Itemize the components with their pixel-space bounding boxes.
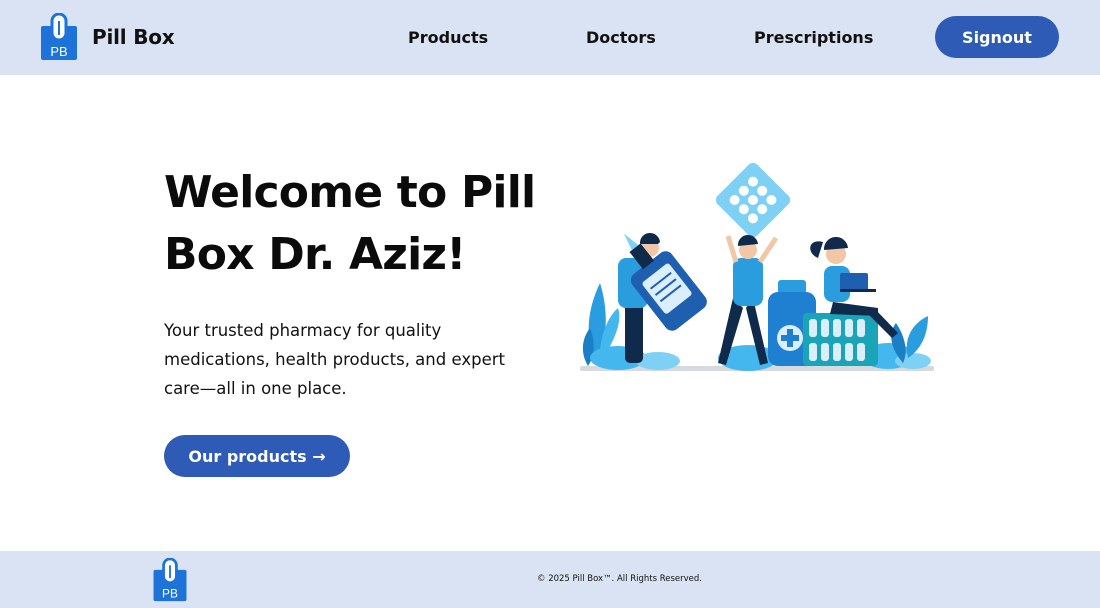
- nav-prescriptions[interactable]: Prescriptions: [754, 28, 873, 47]
- capsule-tray-icon: [803, 313, 878, 366]
- hero-description: Your trusted pharmacy for quality medica…: [164, 321, 505, 398]
- site-header: PB Pill Box Products Doctors Prescriptio…: [0, 0, 1100, 75]
- brand[interactable]: PB Pill Box: [40, 13, 175, 61]
- copyright-text: © 2025 Pill Box™. All Rights Reserved.: [537, 574, 702, 584]
- nav-products[interactable]: Products: [408, 28, 488, 47]
- person-with-bottle-icon: [618, 232, 707, 363]
- svg-text:PB: PB: [162, 586, 178, 600]
- signout-button[interactable]: Signout: [935, 16, 1059, 58]
- pill-blister-icon: [715, 162, 791, 238]
- hero-title: Welcome to Pill Box Dr. Aziz!: [164, 167, 536, 280]
- pill-box-logo-icon: PB: [41, 13, 77, 60]
- pharmacy-illustration: [580, 162, 934, 371]
- pill-box-logo-icon[interactable]: PB: [152, 558, 188, 602]
- brand-name: Pill Box: [92, 25, 175, 49]
- nav-doctors[interactable]: Doctors: [586, 28, 656, 47]
- site-footer: PB © 2025 Pill Box™. All Rights Reserved…: [0, 551, 1100, 608]
- svg-text:PB: PB: [50, 44, 67, 59]
- our-products-button[interactable]: Our products →: [164, 435, 350, 477]
